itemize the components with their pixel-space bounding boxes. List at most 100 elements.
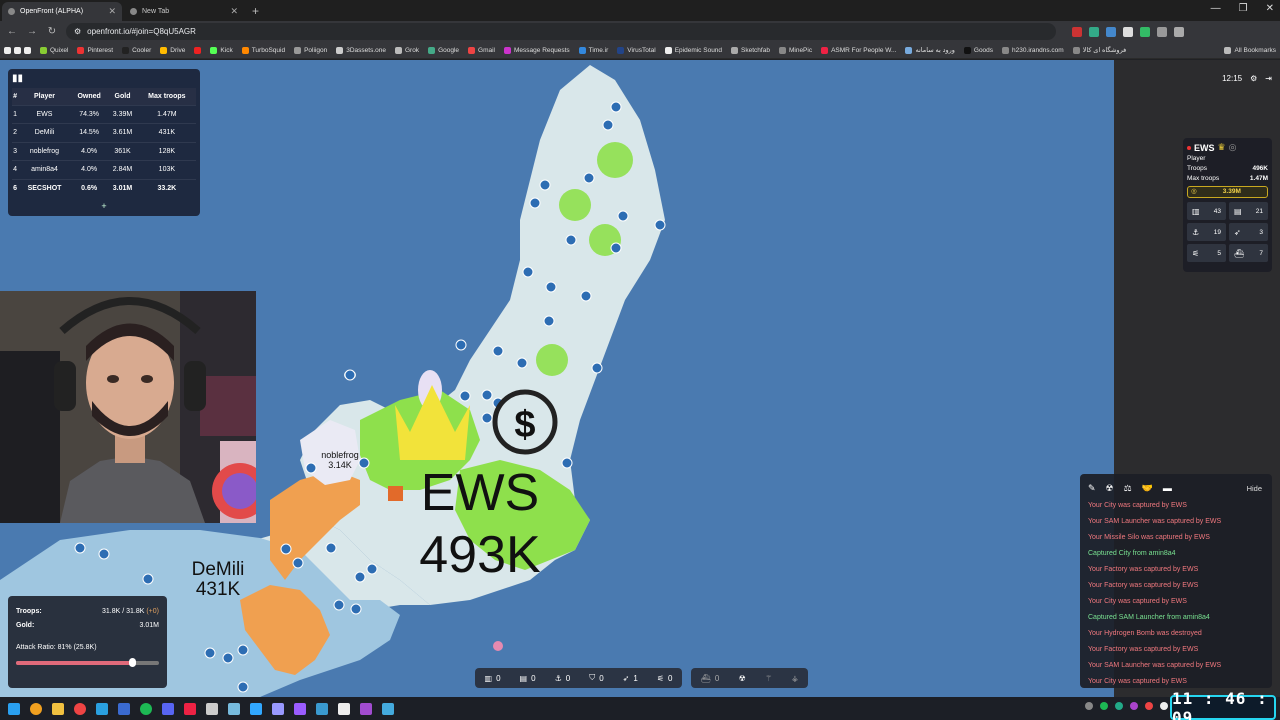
site-info-icon[interactable]: ⚙ [74,27,81,36]
mirv-button[interactable]: ⚶ [792,674,799,683]
build-defense-post-button[interactable]: ⛉ 0 [589,673,603,683]
tray-icon[interactable] [1100,702,1108,710]
settings-gear-icon[interactable]: ⚙ [1250,74,1257,83]
tray-icon[interactable] [1130,702,1138,710]
build-city-button[interactable]: ▥ 0 [485,674,501,683]
bookmark-item[interactable]: فروشگاه ای کالا [1072,46,1126,54]
bookmark-item[interactable]: Grok [394,46,419,54]
reload-icon[interactable]: ↻ [46,26,58,37]
close-window-icon[interactable]: ✕ [1266,3,1274,14]
expand-leaderboard-button[interactable]: + [12,201,196,211]
build-factory-button[interactable]: ▤ 0 [520,674,536,683]
bookmark-item[interactable]: Kick [210,46,233,54]
alliance-filter-icon[interactable]: 🤝 [1142,483,1153,494]
minimize-icon[interactable]: — [1211,3,1221,14]
bookmark-item[interactable]: Gmail [468,46,495,54]
hide-events-button[interactable]: Hide [1247,484,1268,493]
discord-icon[interactable] [162,702,174,715]
premiere-icon[interactable] [294,702,306,715]
hydrogen-bomb-button[interactable]: ⚚ [765,674,772,683]
extension-icon[interactable] [1140,26,1150,37]
tray-icon[interactable] [1160,702,1168,710]
trade-filter-icon[interactable]: ⚖ [1124,483,1132,494]
all-bookmarks[interactable]: All Bookmarks [1224,46,1276,54]
bookmark-item[interactable]: Sketchfab [731,46,770,54]
bookmark-item[interactable]: Epidemic Sound [664,46,722,54]
bookmark-item[interactable]: Time.ir [578,46,608,54]
photoshop-icon[interactable] [250,702,262,715]
extension-icon[interactable] [1072,26,1082,37]
table-row[interactable]: 3 noblefrog 4.0% 361K 128K [12,141,196,161]
nuke-filter-icon[interactable]: ☢ [1106,483,1114,494]
extensions-puzzle-icon[interactable] [1157,26,1167,37]
col-gold[interactable]: Gold [107,88,138,105]
tab-new-tab[interactable]: New Tab ✕ [124,2,244,21]
build-sam-launcher-button[interactable]: ⚟ 0 [657,674,673,683]
file-explorer-icon[interactable] [52,702,64,715]
bookmark-item[interactable]: TurboSquid [241,46,285,54]
start-menu-icon[interactable] [8,702,20,715]
new-tab-icon[interactable]: + [244,2,267,21]
close-tab-icon[interactable]: ✕ [230,6,238,17]
bookmark-item[interactable]: ASMR For People W... [821,46,896,54]
table-row[interactable]: 4 amin8a4 4.0% 2.84M 103K [12,160,196,179]
col-owned[interactable]: Owned [70,88,108,105]
col-max-troops[interactable]: Max troops [137,88,196,105]
steam-icon[interactable] [118,702,130,715]
leaderboard-icon[interactable]: ▮▮ [12,73,196,84]
attack-ratio-slider[interactable] [16,658,159,667]
atom-bomb-button[interactable]: ☢ [739,674,746,683]
forward-icon[interactable]: → [26,26,38,37]
build-port-button[interactable]: ⚓ 0 [555,674,571,683]
after-effects-icon[interactable] [272,702,284,715]
table-row[interactable]: 1 EWS 74.3% 3.39M 1.47M [12,104,196,124]
search-icon[interactable] [30,702,42,715]
blender-icon[interactable] [338,702,350,715]
extension-icon[interactable] [1089,26,1099,37]
extension-icon[interactable] [1123,26,1133,37]
spotify-icon[interactable] [140,702,152,715]
attack-ratio-handle[interactable] [128,658,136,667]
bookmark-item[interactable]: Message Requests [504,46,570,54]
chrome-icon[interactable] [74,702,86,715]
bookmark-item[interactable]: h230.irandns.com [1002,46,1064,54]
bookmark-item[interactable]: Goods [963,46,993,54]
extension-icon[interactable] [1106,26,1116,37]
table-row[interactable]: 2 DeMili 14.5% 3.61M 431K [12,123,196,142]
tab-openfront[interactable]: OpenFront (ALPHA) ✕ [2,2,122,21]
telegram-icon[interactable] [96,702,108,715]
tray-icon[interactable] [1085,702,1093,710]
bookmark-item[interactable]: Pinterest [77,46,113,54]
bookmark-item[interactable]: ورود به سامانه [905,46,955,54]
build-missile-silo-button[interactable]: ➶ 1 [623,674,638,683]
bookmark-item[interactable]: Poliigon [294,46,327,54]
url-field[interactable]: ⚙ openfront.io/#join=Q8qU5AGR [66,23,1056,40]
bookmark-item[interactable] [194,46,202,54]
bookmark-item[interactable]: Quixel [40,46,68,54]
close-tab-icon[interactable]: ✕ [108,6,116,17]
tray-icon[interactable] [1115,702,1123,710]
bookmark-item[interactable]: Google [428,46,459,54]
bookmark-item[interactable]: Cooler [122,46,151,54]
profile-avatar-icon[interactable] [1174,26,1184,37]
attack-filter-icon[interactable]: ✎ [1088,483,1096,494]
app-icon[interactable] [316,702,328,715]
app-icon[interactable] [228,702,240,715]
tray-icon[interactable] [1145,702,1153,710]
chat-filter-icon[interactable]: ▬ [1163,483,1172,493]
bookmark-item[interactable]: VirusTotal [617,46,656,54]
maximize-icon[interactable]: ❐ [1239,3,1248,14]
exit-icon[interactable]: ⇥ [1265,74,1272,83]
app-icon[interactable] [360,702,372,715]
bookmark-item[interactable]: MinePic [778,46,812,54]
app-icon[interactable] [184,702,196,715]
bookmark-apps[interactable] [4,46,31,54]
build-warship-button[interactable]: ⛴ 0 [701,674,720,683]
app-icon[interactable] [206,702,218,715]
webcam-image [0,291,256,523]
table-row-self[interactable]: 6 SECSHOT 0.6% 3.01M 33.2K [12,178,196,198]
bookmark-item[interactable]: 3Dassets.one [336,46,386,54]
back-icon[interactable]: ← [6,26,18,37]
app-icon[interactable] [382,702,394,715]
bookmark-item[interactable]: Drive [160,46,185,54]
